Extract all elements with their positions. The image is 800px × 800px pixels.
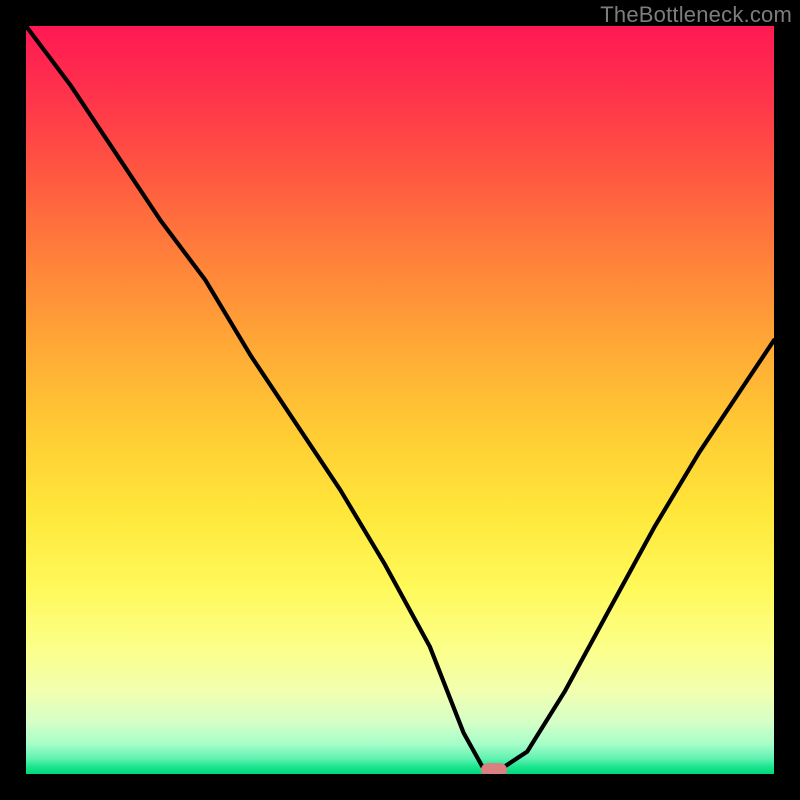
chart-frame: TheBottleneck.com (0, 0, 800, 800)
plot-area (26, 26, 774, 774)
optimal-point-marker (481, 763, 507, 774)
watermark-text: TheBottleneck.com (600, 2, 792, 28)
bottleneck-curve (26, 26, 774, 774)
